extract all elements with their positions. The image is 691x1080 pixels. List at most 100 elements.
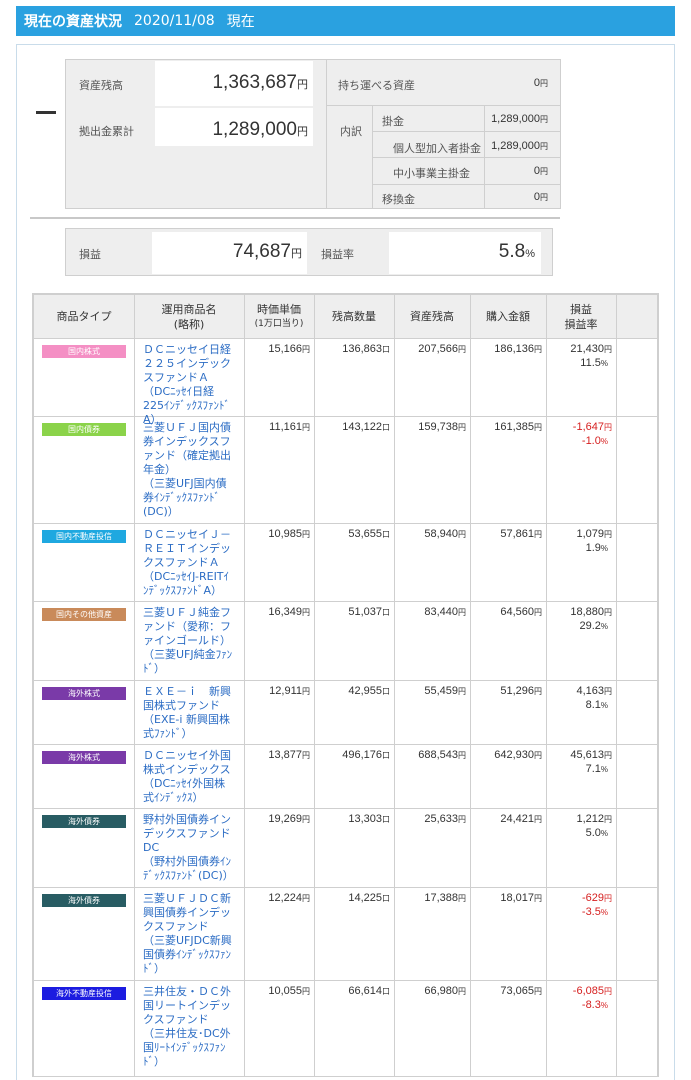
asset-balance-value: 1,363,687円	[212, 72, 308, 93]
fund-name-link[interactable]: ＥＸＥ－ｉ 新興国株式ファンド （EXE-i 新興国株式ﾌｧﾝﾄﾞ）	[143, 685, 233, 741]
market-price-value: 11,161円	[269, 421, 310, 433]
market-price-value: 13,877円	[268, 749, 310, 761]
profit-loss-value: 1,212円	[576, 813, 612, 825]
profit-rate-value: 1.9%	[585, 542, 608, 554]
th-type: 商品タイプ	[56, 310, 112, 323]
table-row: 国内その他資産 三菱ＵＦＪ純金ファンド（愛称：ファインゴールド） （三菱UFJ純金…	[34, 602, 657, 681]
profit-rate-value: 7.1%	[585, 763, 608, 775]
asset-type-badge: 海外債券	[42, 815, 126, 828]
market-price-value: 15,166円	[268, 343, 310, 355]
profit-rate-value: -8.3%	[581, 999, 608, 1011]
purchase-amount-value: 57,861円	[500, 528, 542, 540]
holdings-table: 商品タイプ 運用商品名 (略称) 時価単価 (1万口当り) 残高数量 資産残高 購入…	[32, 293, 659, 1077]
table-row: 国内不動産投信 ＤＣニッセイＪ－ＲＥＩＴインデックスファンドＡ （DCﾆｯｾｲJ-…	[34, 524, 657, 602]
portable-label: 持ち運べる資産	[338, 79, 415, 92]
asset-balance-value: 58,940円	[424, 528, 466, 540]
profit-rate-value: 5.0%	[585, 827, 608, 839]
quantity-value: 13,303口	[348, 813, 390, 825]
profit-loss-value: 18,880円	[570, 606, 612, 618]
asset-balance-value: 159,738円	[418, 421, 466, 433]
asset-balance-value: 207,566円	[418, 343, 466, 355]
table-header: 商品タイプ 運用商品名 (略称) 時価単価 (1万口当り) 残高数量 資産残高 購入…	[34, 295, 657, 339]
th-qty: 残高数量	[332, 310, 376, 323]
profit-loss-value: -1,647円	[572, 421, 612, 433]
portable-value: 0円	[533, 77, 548, 89]
table-row: 国内株式 ＤＣニッセイ日経２２５インデックスファンドＡ （DCﾆｯｾｲ日経225ｲ…	[34, 339, 657, 426]
individual-label: 個人型加入者掛金	[393, 142, 481, 155]
profit-label: 損益	[79, 248, 101, 261]
table-row: 国内債券 三菱ＵＦＪ国内債券インデックスファンド（確定拠出年金） （三菱UFJ国内…	[34, 417, 657, 524]
market-price-value: 12,224円	[268, 892, 310, 904]
section-title: 現在の資産状況	[24, 14, 122, 30]
profit-loss-value: 4,163円	[576, 685, 612, 697]
profit-loss-value: 1,079円	[576, 528, 612, 540]
th-price: 時価単価 (1万口当り)	[254, 302, 304, 329]
divider	[30, 217, 560, 219]
quantity-value: 53,655口	[348, 528, 390, 540]
fund-name-link[interactable]: ＤＣニッセイ日経２２５インデックスファンドＡ （DCﾆｯｾｲ日経225ｲﾝﾃﾞｯ…	[143, 343, 233, 427]
asset-balance-value: 66,980円	[424, 985, 466, 997]
asset-type-badge: 海外株式	[42, 687, 126, 700]
contrib-total-label: 拠出金累計	[79, 125, 134, 138]
quantity-value: 42,955口	[348, 685, 390, 697]
market-price-value: 19,269円	[268, 813, 310, 825]
asset-summary: 資産残高 1,363,687円 拠出金累計 1,289,000円 持ち運べる資産…	[65, 59, 561, 209]
asset-type-badge: 国内株式	[42, 345, 126, 358]
profit-loss-value: 45,613円	[570, 749, 612, 761]
table-row: 海外株式 ＤＣニッセイ外国株式インデックス （DCﾆｯｾｲ外国株式ｲﾝﾃﾞｯｸｽ）…	[34, 745, 657, 809]
purchase-amount-value: 186,136円	[494, 343, 542, 355]
fund-name-link[interactable]: 野村外国債券インデックスファンドDC （野村外国債券ｲﾝﾃﾞｯｸｽﾌｧﾝﾄﾞ(D…	[143, 813, 234, 883]
table-row: 海外債券 三菱ＵＦＪＤＣ新興国債券インデックスファンド （三菱UFJDC新興国債券…	[34, 888, 657, 981]
th-pl: 損益 損益率	[564, 302, 598, 331]
table-row: 海外株式 ＥＸＥ－ｉ 新興国株式ファンド （EXE-i 新興国株式ﾌｧﾝﾄﾞ） 12…	[34, 681, 657, 745]
fund-name-link[interactable]: 三菱ＵＦＪＤＣ新興国債券インデックスファンド （三菱UFJDC新興国債券ｲﾝﾃﾞ…	[143, 892, 233, 976]
fund-name-link[interactable]: 三井住友・ＤＣ外国リートインデックスファンド （三井住友･DC外国ﾘｰﾄｲﾝﾃﾞ…	[143, 985, 233, 1069]
smb-value: 0円	[533, 165, 548, 177]
fund-name-link[interactable]: ＤＣニッセイＪ－ＲＥＩＴインデックスファンドＡ （DCﾆｯｾｲJ-REITｲﾝﾃ…	[143, 528, 233, 598]
section-header: 現在の資産状況 2020/11/08 現在	[16, 6, 675, 36]
fund-name-link[interactable]: 三菱ＵＦＪ国内債券インデックスファンド（確定拠出年金） （三菱UFJ国内債券ｲﾝ…	[143, 421, 233, 519]
kakekin-value: 1,289,000円	[491, 113, 548, 125]
quantity-value: 136,863口	[342, 343, 390, 355]
profit-rate-value: 11.5%	[580, 357, 608, 369]
table-row: 海外債券 野村外国債券インデックスファンドDC （野村外国債券ｲﾝﾃﾞｯｸｽﾌｧﾝ…	[34, 809, 657, 888]
th-name: 運用商品名 (略称)	[161, 302, 217, 331]
asset-type-badge: 国内その他資産	[42, 608, 126, 621]
profit-rate-value: 8.1%	[585, 699, 608, 711]
contrib-total-value: 1,289,000円	[212, 119, 308, 140]
profit-loss-value: -6,085円	[572, 985, 612, 997]
asset-type-badge: 海外債券	[42, 894, 126, 907]
asset-balance-value: 25,633円	[424, 813, 466, 825]
profit-summary: 損益 74,687円 損益率 5.8%	[65, 228, 553, 276]
collapse-icon[interactable]	[36, 111, 56, 114]
kakekin-label: 掛金	[382, 115, 404, 128]
asset-balance-value: 17,388円	[424, 892, 466, 904]
profit-rate-value: 5.8%	[498, 241, 535, 262]
asset-type-badge: 国内債券	[42, 423, 126, 436]
transfer-value: 0円	[533, 191, 548, 203]
th-balance: 資産残高	[410, 310, 454, 323]
profit-rate-value: -3.5%	[581, 906, 608, 918]
quantity-value: 51,037口	[348, 606, 390, 618]
table-row: 海外不動産投信 三井住友・ＤＣ外国リートインデックスファンド （三井住友･DC外国…	[34, 981, 657, 1077]
fund-name-link[interactable]: ＤＣニッセイ外国株式インデックス （DCﾆｯｾｲ外国株式ｲﾝﾃﾞｯｸｽ）	[143, 749, 233, 805]
profit-rate-value: 29.2%	[579, 620, 608, 632]
asset-balance-value: 55,459円	[424, 685, 466, 697]
quantity-value: 496,176口	[342, 749, 390, 761]
market-price-value: 10,985円	[268, 528, 310, 540]
market-price-value: 12,911円	[269, 685, 310, 697]
purchase-amount-value: 24,421円	[500, 813, 542, 825]
profit-value: 74,687円	[232, 241, 302, 262]
asset-balance-value: 688,543円	[418, 749, 466, 761]
asset-type-badge: 海外不動産投信	[42, 987, 126, 1000]
fund-name-link[interactable]: 三菱ＵＦＪ純金ファンド（愛称：ファインゴールド） （三菱UFJ純金ﾌｧﾝﾄﾞ）	[143, 606, 233, 676]
breakdown-label: 内訳	[340, 125, 362, 138]
profit-loss-value: -629円	[581, 892, 612, 904]
asset-balance-value: 83,440円	[424, 606, 466, 618]
asset-type-badge: 国内不動産投信	[42, 530, 126, 543]
profit-rate-label: 損益率	[321, 248, 354, 261]
purchase-amount-value: 161,385円	[494, 421, 542, 433]
transfer-label: 移換金	[382, 193, 415, 206]
th-purchase: 購入金額	[486, 310, 530, 323]
quantity-value: 143,122口	[342, 421, 390, 433]
